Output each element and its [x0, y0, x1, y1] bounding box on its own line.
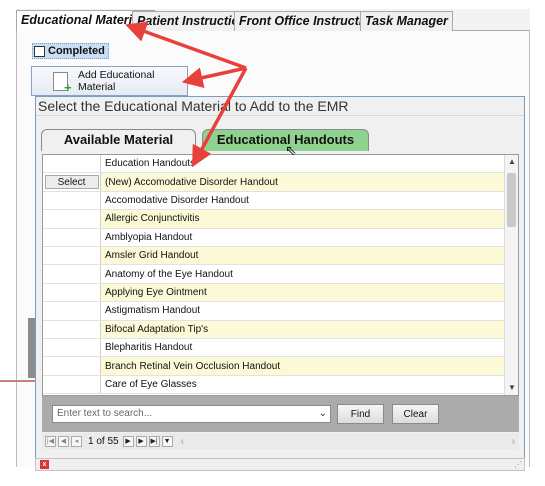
background-line: [0, 380, 38, 382]
table-row[interactable]: Amsler Grid Handout: [43, 247, 504, 266]
search-input[interactable]: Enter text to search... ⌄: [52, 405, 331, 423]
table-row[interactable]: Anatomy of the Eye Handout: [43, 265, 504, 284]
pager: |◀ ◀ ◂ 1 of 55 ▶ ▶ ▶| ▼ ‹ ›: [42, 433, 519, 449]
prev-page-icon[interactable]: ◀: [58, 435, 69, 447]
search-placeholder: Enter text to search...: [57, 408, 153, 419]
completed-label: Completed: [48, 45, 105, 57]
dialog-title: Select the Educational Material to Add t…: [38, 98, 349, 114]
row-title: Applying Eye Ointment: [101, 283, 504, 302]
row-title: Allergic Conjunctivitis: [101, 210, 504, 228]
select-button[interactable]: Select: [44, 175, 99, 190]
table-row[interactable]: Blepharitis Handout: [43, 339, 504, 358]
grid-header-row: Education Handouts: [43, 155, 504, 174]
table-row[interactable]: Branch Retinal Vein Occlusion Handout: [43, 357, 504, 376]
completed-checkbox[interactable]: Completed: [32, 43, 109, 59]
row-title: Blepharitis Handout: [101, 339, 504, 357]
row-title: Amblyopia Handout: [101, 228, 504, 246]
table-row[interactable]: Care of Eye Glasses: [43, 375, 504, 395]
plus-icon: +: [64, 80, 72, 95]
first-page-icon[interactable]: |◀: [45, 435, 56, 447]
table-row[interactable]: Astigmatism Handout: [43, 302, 504, 321]
checkbox-box[interactable]: [34, 45, 45, 57]
handouts-grid: Education Handouts Select (New) Accomodat…: [42, 154, 519, 396]
prev-single-icon[interactable]: ◂: [71, 435, 82, 447]
next-page-icon[interactable]: ▶: [122, 435, 134, 447]
chevron-down-icon[interactable]: ⌄: [319, 406, 327, 422]
row-title: Care of Eye Glasses: [101, 375, 504, 394]
clear-button[interactable]: Clear: [392, 404, 439, 424]
scroll-right-icon[interactable]: ›: [512, 436, 515, 447]
tab-available-material[interactable]: Available Material: [41, 129, 196, 151]
select-material-dialog: Select the Educational Material to Add t…: [35, 96, 525, 471]
scroll-up-icon[interactable]: ▲: [505, 155, 518, 169]
row-title: (New) Accomodative Disorder Handout: [101, 173, 504, 191]
status-footer: x ⋰: [35, 458, 525, 471]
row-title: Astigmatism Handout: [101, 302, 504, 320]
scroll-thumb[interactable]: [507, 173, 516, 227]
table-row[interactable]: Select (New) Accomodative Disorder Handou…: [43, 173, 504, 192]
row-title: Branch Retinal Vein Occlusion Handout: [101, 357, 504, 375]
row-title: Anatomy of the Eye Handout: [101, 265, 504, 283]
search-bar: Enter text to search... ⌄ Find Clear: [42, 396, 519, 432]
find-button[interactable]: Find: [337, 404, 384, 424]
tab-task-manager[interactable]: Task Manager: [360, 11, 453, 31]
next-double-icon[interactable]: ▶: [135, 435, 147, 447]
last-page-icon[interactable]: ▶|: [148, 435, 160, 447]
scroll-left-icon[interactable]: ‹: [181, 436, 184, 447]
table-row[interactable]: Bifocal Adaptation Tip's: [43, 320, 504, 339]
filter-icon[interactable]: ▼: [161, 435, 173, 447]
row-title: Accomodative Disorder Handout: [101, 191, 504, 210]
add-button-label: Add Educational Material: [78, 69, 155, 93]
table-row[interactable]: Applying Eye Ointment: [43, 283, 504, 303]
table-row[interactable]: Allergic Conjunctivitis: [43, 210, 504, 229]
mouse-cursor-icon: ⇖: [285, 142, 297, 158]
table-row[interactable]: Accomodative Disorder Handout: [43, 191, 504, 211]
page-indicator: 1 of 55: [88, 435, 119, 447]
row-title: Bifocal Adaptation Tip's: [101, 320, 504, 338]
top-tab-bar: Educational Materials Patient Instructio…: [16, 9, 530, 32]
close-icon[interactable]: x: [40, 460, 49, 469]
row-title: Amsler Grid Handout: [101, 247, 504, 265]
add-educational-material-button[interactable]: + Add Educational Material: [31, 66, 188, 96]
table-row[interactable]: Amblyopia Handout: [43, 228, 504, 247]
resize-grip-icon[interactable]: ⋰: [514, 460, 522, 469]
grid-vertical-scrollbar[interactable]: ▲ ▼: [504, 155, 518, 395]
grid-header: Education Handouts: [101, 155, 504, 173]
scroll-down-icon[interactable]: ▼: [505, 381, 518, 395]
